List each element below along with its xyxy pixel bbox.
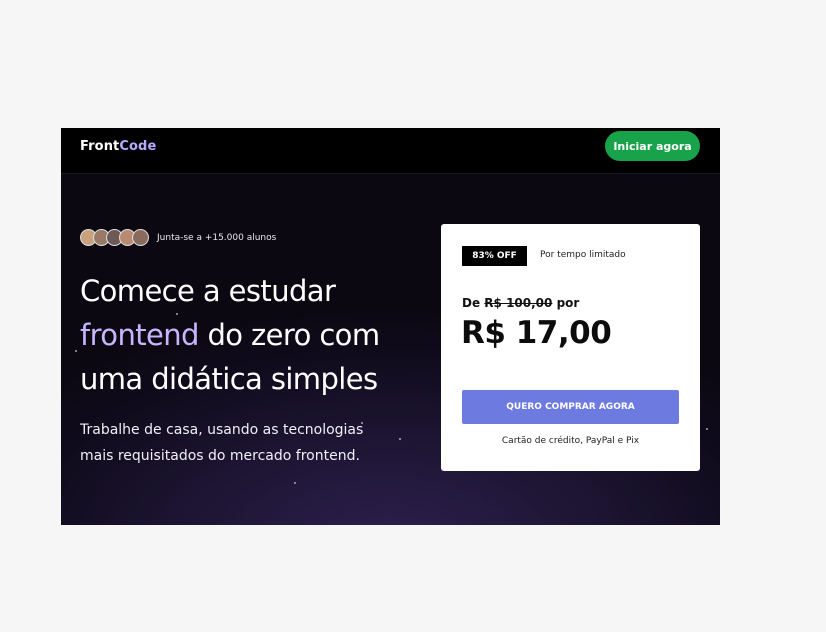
logo-front: Front [80, 139, 120, 154]
headline-line-2: do zero com [207, 318, 380, 352]
avatar [132, 229, 149, 246]
top-navigation-bar: FrontCode Iniciar agora [61, 128, 720, 174]
old-price: R$ 100,00 [484, 296, 553, 310]
buy-now-button[interactable]: QUERO COMPRAR AGORA [462, 390, 679, 424]
star-speck [706, 428, 708, 430]
from-suffix: por [556, 296, 580, 310]
avatar-group [80, 229, 149, 246]
discount-badge: 83% OFF [462, 246, 527, 266]
hero-subtitle: Trabalhe de casa, usando as tecnologias … [80, 422, 364, 464]
headline-line-1: Comece a estudar [80, 274, 336, 308]
offer-card: 83% OFF Por tempo limitado De R$ 100,00 … [441, 224, 700, 471]
limited-time-label: Por tempo limitado [540, 250, 626, 260]
landing-page-frame: FrontCode Iniciar agora Junta-se a +15.0… [61, 128, 720, 525]
headline-line-3: uma didática simples [80, 362, 378, 396]
join-count-text: Junta-se a +15.000 alunos [157, 232, 277, 243]
star-speck [294, 482, 296, 484]
star-speck [75, 350, 77, 352]
logo[interactable]: FrontCode [80, 139, 156, 154]
start-now-button[interactable]: Iniciar agora [605, 131, 700, 161]
hero-headline: Comece a estudar frontend do zero com um… [80, 269, 420, 401]
from-prefix: De [462, 296, 481, 310]
payment-methods: Cartão de crédito, PayPal e Pix [501, 436, 640, 446]
students-social-proof: Junta-se a +15.000 alunos [80, 229, 276, 246]
logo-code: Code [119, 139, 157, 154]
headline-highlight: frontend [80, 318, 199, 352]
original-price-line: De R$ 100,00 por [462, 296, 579, 310]
current-price: R$ 17,00 [461, 315, 612, 351]
